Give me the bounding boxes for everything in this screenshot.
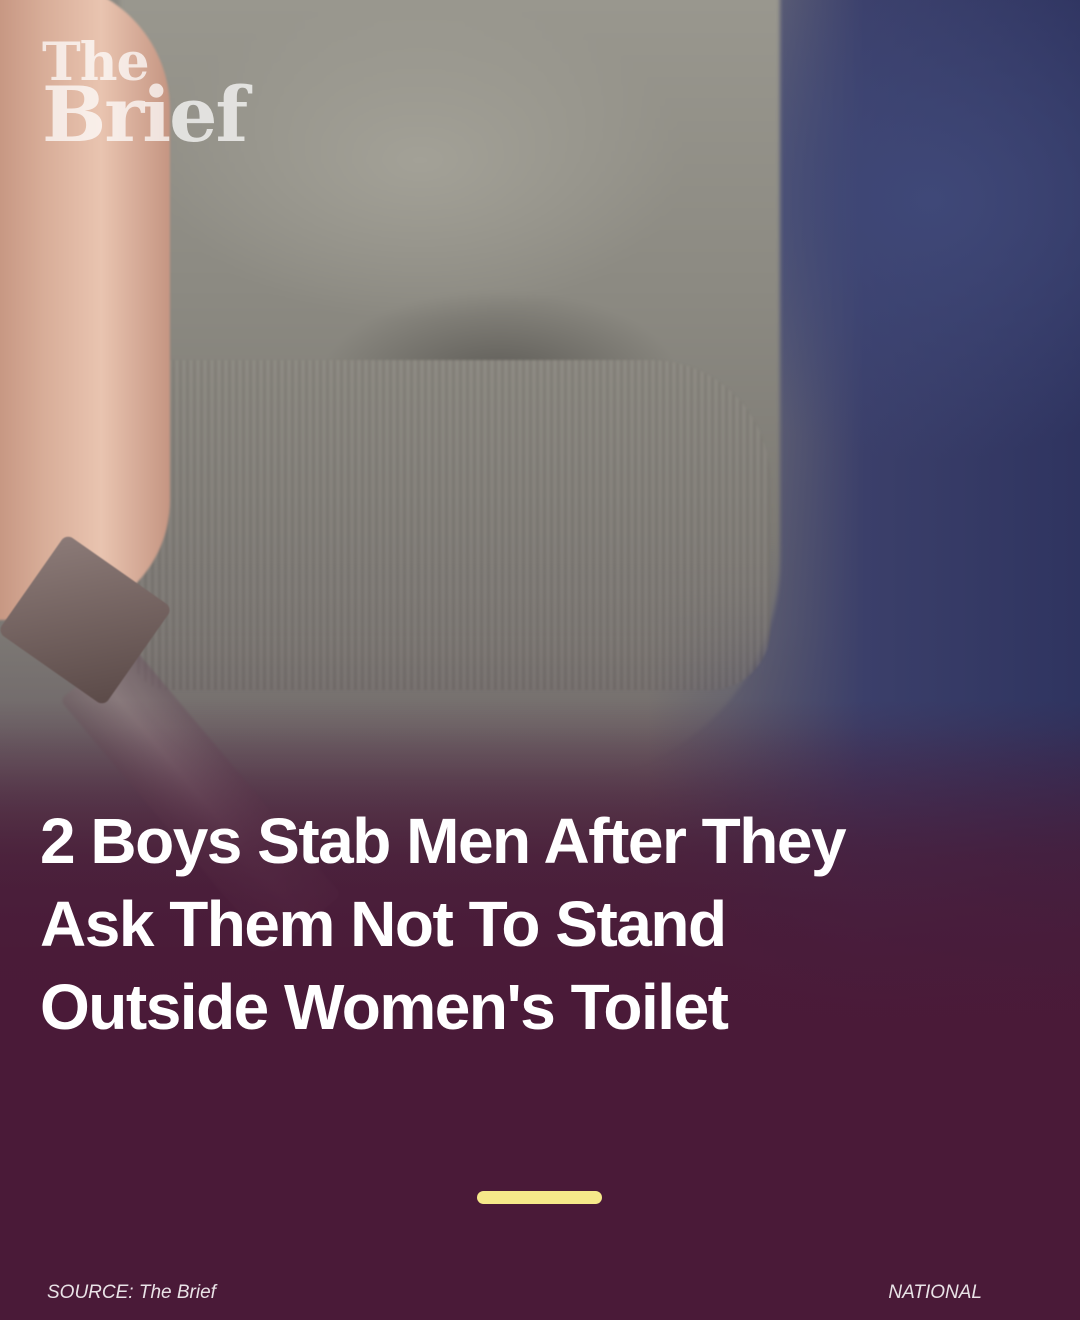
brand-logo: The Brief [42, 37, 248, 159]
source-label: SOURCE: The Brief [47, 1282, 216, 1303]
photo-gradient-overlay [0, 0, 1080, 1320]
slide-indicator [477, 1191, 602, 1204]
logo-line-2: Brief [42, 69, 248, 159]
category-label: NATIONAL [888, 1282, 982, 1303]
headline: 2 Boys Stab Men After They Ask Them Not … [40, 805, 847, 1043]
article-photo [0, 0, 1080, 1320]
news-card: The Brief 2 Boys Stab Men After They Ask… [0, 0, 1080, 1320]
